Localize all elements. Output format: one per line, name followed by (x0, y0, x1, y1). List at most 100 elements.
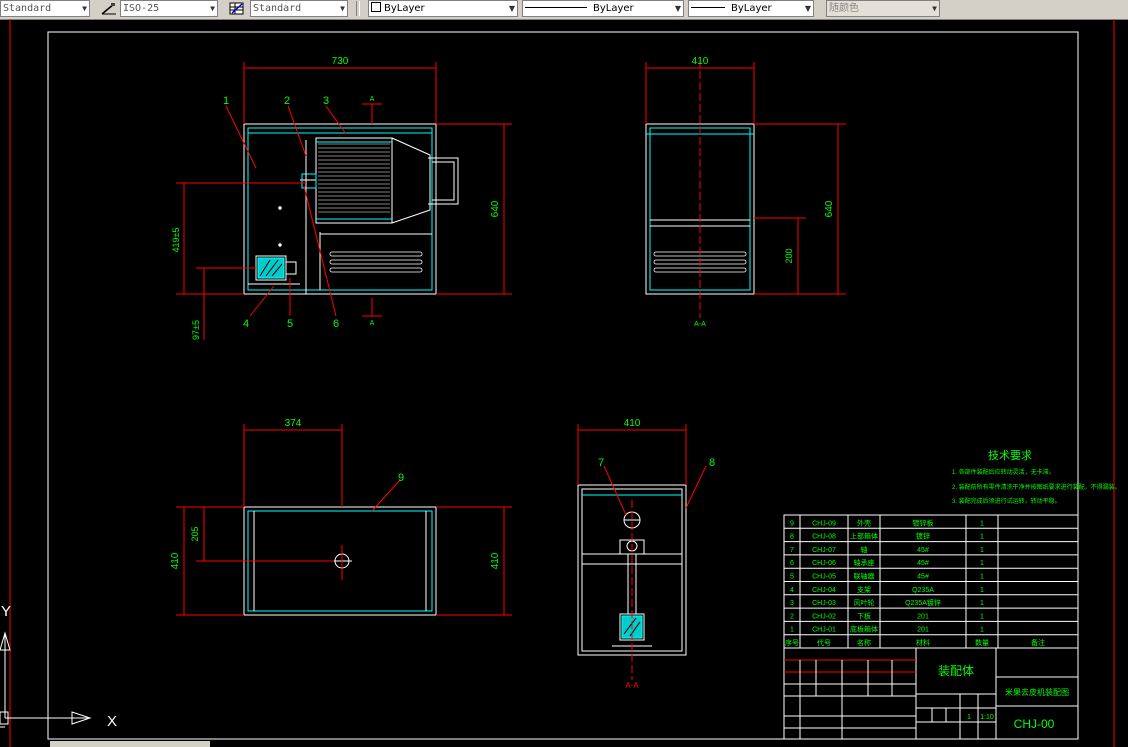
bom-header-cell: 备注 (1031, 638, 1045, 647)
balloon-1: 1 (223, 95, 229, 107)
section-mark-bottom: A (370, 320, 375, 327)
bom-cell: 风叶轮 (854, 598, 875, 607)
section-view (577, 484, 687, 680)
balloon-9: 9 (398, 472, 404, 484)
lineweight-sample-icon (691, 7, 725, 8)
bom-header-cell: 序号 (785, 638, 799, 647)
chevron-down-icon: ▼ (82, 4, 87, 13)
bom-cell: 底板箱体 (850, 625, 878, 634)
bom-cell: CHJ-03 (812, 600, 836, 607)
layer-color-dropdown[interactable]: ByLayer ▼ (368, 0, 518, 17)
bom-cell: 1 (980, 613, 984, 620)
tech-req-line-2: 2. 装配前所有零件清洗干净并按图纸要求进行装配，不得漏装。 (952, 483, 1121, 491)
dim-419-text: 419±5 (171, 228, 181, 253)
balloon-6: 6 (333, 318, 339, 330)
side-dim-texts: 410 640 200 A-A (692, 56, 835, 328)
top-410-right-text: 410 (490, 552, 501, 569)
bom-cell: 6 (790, 560, 794, 567)
drawing-code: CHJ-00 (1014, 717, 1055, 731)
text-style-dropdown[interactable]: Standard ▼ (0, 0, 90, 17)
table-style-dropdown[interactable]: Standard ▼ (250, 0, 348, 17)
chevron-down-icon: ▼ (804, 4, 811, 13)
dim-style-dropdown[interactable]: ISO-25 ▼ (120, 0, 218, 17)
side-200-text: 200 (784, 248, 794, 263)
lineweight-value: ByLayer (731, 3, 772, 14)
chevron-down-icon: ▼ (210, 4, 215, 13)
bom-cell: 轴承座 (854, 558, 875, 567)
bom-cell: 7 (790, 547, 794, 554)
bom-cell: 5 (790, 574, 794, 581)
top-205-text: 205 (190, 526, 200, 541)
tech-req-line-3: 3. 装配完成后须进行试运转，转动平稳。 (952, 497, 1061, 505)
table-style-icon[interactable] (228, 1, 246, 16)
bom-cell: 1 (980, 627, 984, 634)
tech-req-line-1: 1. 各部件装配后应转动灵活，无卡滞。 (952, 468, 1055, 476)
bom-cell: 外壳 (857, 518, 871, 527)
bom-header-cell: 代号 (817, 638, 831, 647)
table-style-value: Standard (253, 3, 302, 14)
bom-cell: 1 (980, 600, 984, 607)
dim-style-icon[interactable] (100, 1, 118, 16)
side-section-label: A-A (694, 321, 706, 328)
bom-cell: CHJ-01 (812, 627, 836, 634)
dim-97-text: 97±5 (191, 320, 201, 340)
linetype-sample-icon (525, 7, 587, 8)
bom-cell: 支架 (857, 585, 871, 594)
balloon-4: 4 (243, 318, 249, 330)
ucs-icon (0, 631, 92, 728)
title-block-texts: 装配体 米果去皮机装配图 CHJ-00 1:10 1 (938, 664, 1069, 731)
bom-cell: 45# (917, 560, 929, 567)
drawing-qty: 1 (967, 714, 971, 721)
chevron-down-icon: ▼ (508, 4, 515, 13)
bom-cell: 2 (790, 613, 794, 620)
layout-tabs[interactable] (50, 741, 210, 747)
bom-rows: 9 CHJ-09 外壳 镀锌板 1 8 CHJ-08 上部箱体 镀锌 1 7 CHJ-07 轴 45# 1 6… (785, 518, 1045, 647)
balloon-8: 8 (709, 457, 715, 469)
ucs-x-label: X (107, 713, 117, 730)
bom-cell: 1 (980, 587, 984, 594)
side-height-text: 640 (824, 200, 835, 217)
front-dim-texts: 730 640 419±5 97±5 A A (171, 56, 501, 340)
front-balloons: 1 2 3 4 5 6 (223, 95, 339, 330)
toolbar-separator (356, 1, 360, 16)
text-style-value: Standard (3, 3, 52, 14)
bom-cell: CHJ-02 (812, 613, 836, 620)
side-view (645, 60, 755, 318)
drawing-scale: 1:10 (980, 714, 994, 721)
top-410-left-text: 410 (170, 552, 181, 569)
bom-header-cell: 数量 (975, 638, 989, 647)
bom-cell: CHJ-08 (812, 534, 836, 541)
bom-cell: 45# (917, 574, 929, 581)
drawing-canvas[interactable]: 730 640 419±5 97±5 A A 1 2 3 4 5 6 410 6… (0, 19, 1128, 747)
drum-lines (318, 143, 390, 213)
top-dimensions (176, 424, 512, 616)
side-width-text: 410 (692, 56, 709, 67)
assembly-label: 装配体 (938, 664, 974, 678)
balloon-3: 3 (323, 95, 329, 107)
bom-cell: 上部箱体 (850, 532, 878, 541)
lineweight-dropdown[interactable]: ByLayer ▼ (688, 0, 814, 17)
balloon-5: 5 (287, 318, 293, 330)
bom-cell: CHJ-05 (812, 574, 836, 581)
bom-header-cell: 材料 (916, 638, 930, 647)
section-label: A-A (625, 681, 639, 690)
drawing-frame (9, 19, 1115, 747)
linetype-dropdown[interactable]: ByLayer ▼ (522, 0, 684, 17)
balloon-7: 7 (598, 457, 604, 469)
bom-cell: 下板 (857, 611, 871, 620)
bom-cell: 1 (980, 547, 984, 554)
bom-cell: CHJ-06 (812, 560, 836, 567)
ucs-y-label: Y (1, 603, 11, 620)
section-mark-top: A (370, 96, 375, 103)
front-view (243, 123, 459, 295)
bom-cell: 镀锌 (916, 532, 930, 541)
bom-cell: 4 (790, 587, 794, 594)
plot-style-value: 随颜色 (829, 3, 859, 14)
plot-style-dropdown[interactable]: 随颜色 ▼ (826, 0, 940, 17)
front-height-text: 640 (490, 200, 501, 217)
drawing-title: 米果去皮机装配图 (1005, 687, 1069, 697)
dim-style-value: ISO-25 (123, 3, 160, 14)
bom-cell: 45# (917, 547, 929, 554)
bom-cell: 镀锌板 (913, 518, 934, 527)
bom-cell: Q235A (912, 587, 934, 594)
